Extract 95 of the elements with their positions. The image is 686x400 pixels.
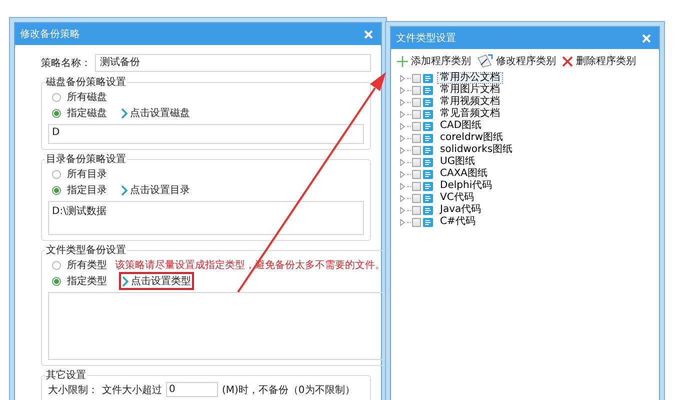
radio-button[interactable] bbox=[52, 186, 61, 194]
radio-button[interactable] bbox=[52, 276, 61, 286]
list-item: D:\测试数据 bbox=[52, 206, 106, 217]
radio-button[interactable] bbox=[52, 108, 61, 118]
radio-label: 指定类型 bbox=[67, 274, 107, 288]
list-box[interactable]: D:\测试数据 bbox=[48, 201, 364, 235]
expand-arrow-icon[interactable] bbox=[399, 218, 406, 226]
category-icon bbox=[423, 146, 433, 154]
list-box[interactable]: D bbox=[48, 124, 364, 144]
chevron-icon bbox=[122, 276, 129, 286]
radio-label: 指定磁盘 bbox=[67, 106, 107, 120]
category-icon bbox=[423, 134, 433, 142]
tree-item[interactable]: CAD图纸 bbox=[437, 120, 485, 132]
checkbox[interactable] bbox=[412, 170, 421, 178]
expand-arrow-icon[interactable] bbox=[399, 74, 406, 82]
tree-item[interactable]: Delphi代码 bbox=[437, 180, 496, 192]
radio-label: 所有类型 bbox=[67, 258, 107, 272]
tree-item[interactable]: CAXA图纸 bbox=[437, 168, 491, 180]
category-icon bbox=[423, 110, 433, 118]
chevron-icon bbox=[121, 184, 128, 196]
radio-label: 指定目录 bbox=[67, 184, 107, 197]
category-icon bbox=[423, 86, 433, 94]
expand-arrow-icon[interactable] bbox=[399, 134, 406, 142]
list-box[interactable] bbox=[48, 292, 385, 360]
chevron-icon bbox=[121, 108, 128, 118]
settings-link[interactable]: 点击设置磁盘 bbox=[119, 105, 192, 121]
tree-item[interactable]: 常见音频文档 bbox=[437, 108, 503, 120]
category-icon bbox=[423, 182, 433, 190]
window-title: 修改备份策略 bbox=[20, 28, 80, 41]
expand-arrow-icon[interactable] bbox=[399, 122, 406, 130]
expand-arrow-icon[interactable] bbox=[399, 86, 406, 94]
expand-arrow-icon[interactable] bbox=[399, 110, 406, 118]
expand-arrow-icon[interactable] bbox=[399, 98, 406, 106]
settings-link[interactable]: 点击设置目录 bbox=[119, 182, 192, 198]
group-title: 磁盘备份策略设置 bbox=[45, 76, 127, 89]
checkbox[interactable] bbox=[412, 158, 421, 166]
tree-item[interactable]: 常用视频文档 bbox=[437, 96, 503, 108]
category-icon bbox=[423, 158, 433, 166]
expand-arrow-icon[interactable] bbox=[399, 158, 406, 166]
edit-icon bbox=[477, 54, 493, 68]
checkbox[interactable] bbox=[412, 122, 421, 130]
expand-arrow-icon[interactable] bbox=[399, 182, 406, 190]
category-icon bbox=[423, 122, 433, 130]
checkbox[interactable] bbox=[412, 218, 421, 226]
field-label: 文件大小超过 bbox=[102, 384, 162, 396]
plus-icon bbox=[397, 56, 408, 66]
radio-label: 所有目录 bbox=[67, 168, 107, 181]
checkbox[interactable] bbox=[412, 182, 421, 190]
checkbox[interactable] bbox=[412, 134, 421, 142]
close-icon[interactable] bbox=[642, 34, 651, 42]
expand-arrow-icon[interactable] bbox=[399, 206, 406, 214]
input-field[interactable]: 测试备份 bbox=[95, 54, 371, 72]
category-icon bbox=[423, 194, 433, 202]
radio-button[interactable] bbox=[52, 92, 61, 102]
expand-arrow-icon[interactable] bbox=[399, 194, 406, 202]
tree-item[interactable]: coreldrw图纸 bbox=[437, 132, 506, 144]
field-label: 大小限制： bbox=[48, 384, 98, 396]
tree-item[interactable]: solidworks图纸 bbox=[437, 144, 516, 156]
checkbox[interactable] bbox=[412, 206, 421, 214]
list-item: D bbox=[52, 127, 60, 138]
checkbox[interactable] bbox=[412, 146, 421, 154]
category-icon bbox=[423, 98, 433, 106]
expand-arrow-icon[interactable] bbox=[399, 170, 406, 178]
add-category-button[interactable]: 添加程序类别 bbox=[397, 54, 471, 68]
input-field[interactable]: 0 bbox=[166, 382, 218, 397]
delete-category-button[interactable]: 删除程序类别 bbox=[562, 54, 636, 68]
tree-item[interactable]: VC代码 bbox=[437, 192, 477, 204]
checkbox[interactable] bbox=[412, 110, 421, 118]
category-icon bbox=[423, 206, 433, 214]
field-label: 策略名称： bbox=[41, 57, 91, 70]
window-title: 文件类型设置 bbox=[396, 32, 456, 45]
radio-button[interactable] bbox=[52, 260, 61, 270]
checkbox[interactable] bbox=[412, 74, 421, 82]
close-icon[interactable] bbox=[364, 30, 373, 38]
settings-link[interactable]: 点击设置类型 bbox=[119, 272, 194, 290]
group-title: 文件类型备份设置 bbox=[45, 244, 127, 257]
group-title: 目录备份策略设置 bbox=[45, 152, 127, 166]
checkbox[interactable] bbox=[412, 98, 421, 106]
category-icon bbox=[423, 218, 433, 226]
category-icon bbox=[423, 170, 433, 178]
field-hint: (M)时，不备份（0为不限制） bbox=[222, 384, 355, 396]
expand-arrow-icon[interactable] bbox=[399, 146, 406, 154]
tree-item[interactable]: 常用图片文档 bbox=[437, 84, 503, 96]
group-title: 其它设置 bbox=[45, 368, 87, 382]
radio-label: 所有磁盘 bbox=[67, 90, 107, 104]
tree-item[interactable]: Java代码 bbox=[437, 204, 484, 216]
tree-item[interactable]: 常用办公文档 bbox=[437, 72, 503, 84]
category-icon bbox=[423, 74, 433, 82]
checkbox[interactable] bbox=[412, 86, 421, 94]
edit-category-button[interactable]: 修改程序类别 bbox=[477, 54, 556, 68]
delete-icon bbox=[562, 56, 573, 66]
checkbox[interactable] bbox=[412, 194, 421, 202]
tree-item[interactable]: C#代码 bbox=[437, 216, 478, 228]
radio-button[interactable] bbox=[52, 170, 61, 178]
tree-item[interactable]: UG图纸 bbox=[437, 156, 478, 168]
